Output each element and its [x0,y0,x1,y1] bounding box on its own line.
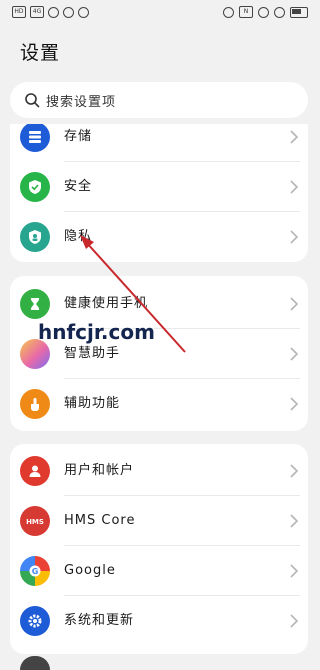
settings-group-1: 存储 安全 隐私 [10,124,308,262]
battery-icon [290,6,308,18]
settings-item-label: 用户和帐户 [64,463,135,478]
chevron-right-icon [290,397,298,411]
nfc-icon: N [239,6,253,18]
app-notification-icon [78,6,89,18]
settings-item-users-accounts[interactable]: 用户和帐户 [10,446,308,496]
settings-item-google[interactable]: G Google [10,546,308,596]
hd-indicator: HD [12,6,26,18]
chevron-right-icon [290,347,298,361]
chevron-right-icon [290,514,298,528]
bluetooth-icon [274,6,285,18]
settings-item-label: 辅助功能 [64,396,121,411]
eye-icon [223,6,234,18]
settings-item-label: 系统和更新 [64,613,135,628]
settings-item-label: HMS Core [64,513,136,528]
settings-item-system-updates[interactable]: 系统和更新 [10,596,308,646]
search-icon [25,93,40,108]
settings-item-hms-core[interactable]: HMS HMS Core [10,496,308,546]
user-icon [20,456,50,486]
storage-icon [20,124,50,152]
chevron-right-icon [290,564,298,578]
hand-icon [20,389,50,419]
chevron-right-icon [290,130,298,144]
chevron-right-icon [290,464,298,478]
settings-item-label: 隐私 [64,229,93,244]
svg-text:G: G [32,567,39,576]
google-icon: G [20,556,50,586]
notification-icon [63,6,74,18]
status-bar-left: HD 4G [12,6,89,18]
watermark-text: hnfcjr.com [38,320,155,344]
chevron-right-icon [290,297,298,311]
svg-text:HMS: HMS [26,518,44,526]
mute-icon [258,6,269,18]
status-bar-right: N [223,6,308,18]
privacy-shield-icon [20,222,50,252]
settings-item-privacy[interactable]: 隐私 [10,212,308,262]
next-item-icon-partial [20,656,50,670]
gear-icon [20,606,50,636]
page-title: 设置 [20,42,61,64]
settings-item-label: 存储 [64,129,93,144]
settings-group-2: 健康使用手机 智慧助手 辅助功能 [10,276,308,431]
settings-item-accessibility[interactable]: 辅助功能 [10,379,308,429]
settings-item-storage[interactable]: 存储 [10,124,308,162]
search-bar[interactable]: 搜索设置项 [10,82,308,118]
hourglass-icon [20,289,50,319]
signal-4g-indicator: 4G [30,6,44,18]
wifi-icon [48,6,59,18]
chevron-right-icon [290,614,298,628]
search-placeholder: 搜索设置项 [46,94,117,110]
settings-item-label: 安全 [64,179,93,194]
chevron-right-icon [290,230,298,244]
status-bar: HD 4G N [0,0,320,24]
settings-item-security[interactable]: 安全 [10,162,308,212]
chevron-right-icon [290,180,298,194]
shield-check-icon [20,172,50,202]
settings-group-3: 用户和帐户 HMS HMS Core G Google 系统和更新 [10,444,308,654]
hms-icon: HMS [20,506,50,536]
settings-item-label: Google [64,563,116,578]
